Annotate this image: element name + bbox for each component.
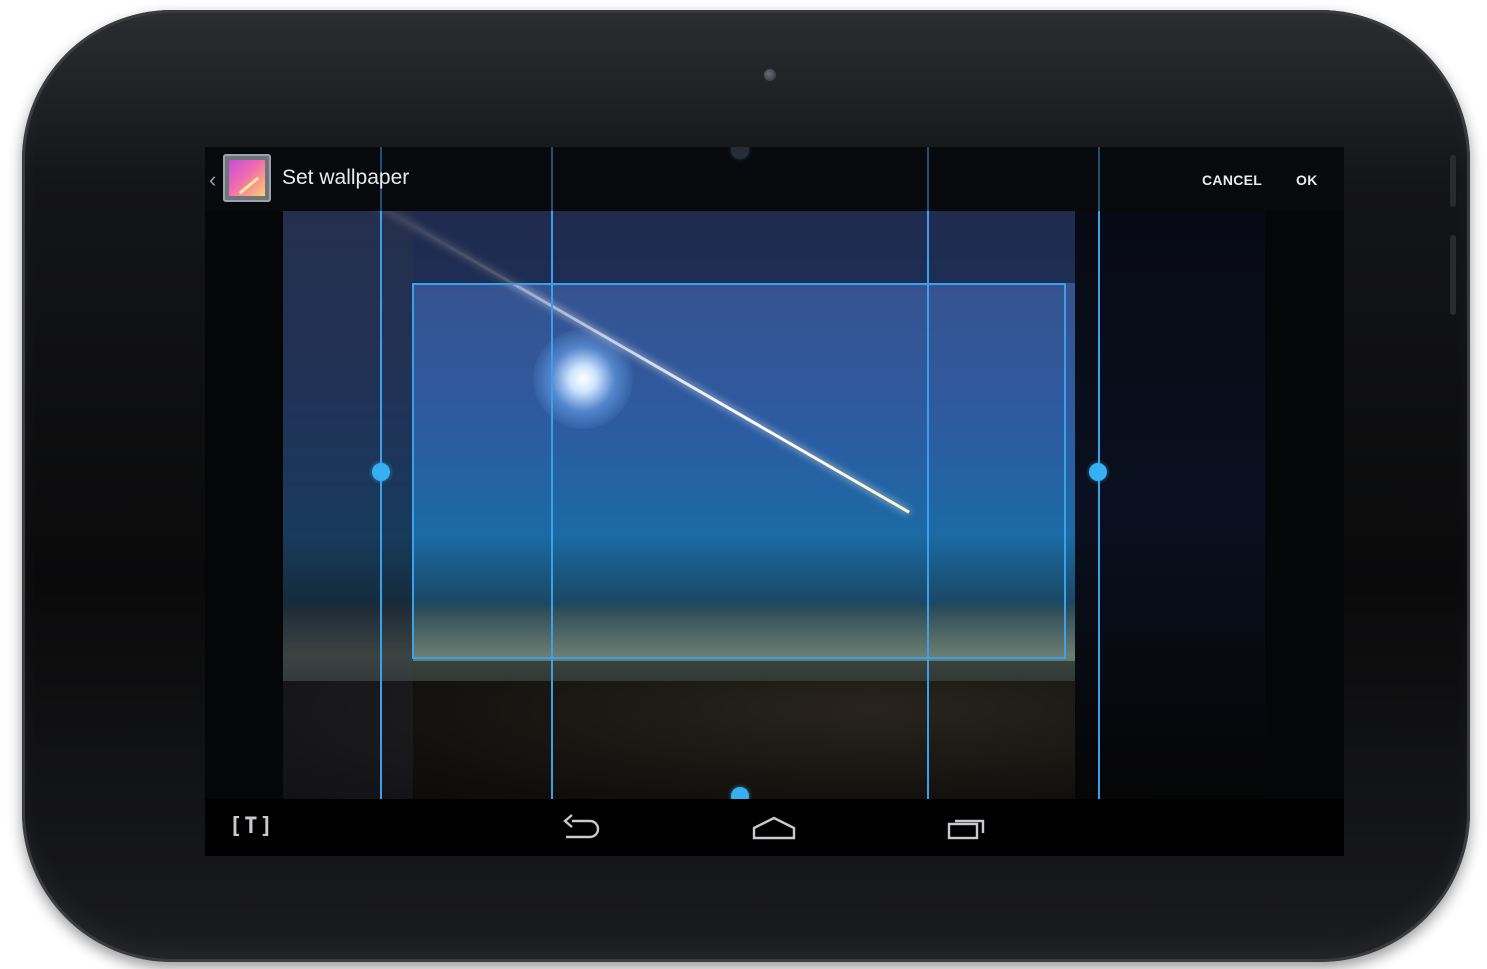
tablet-device: ‹ Set wallpaper CANCEL OK [T] xyxy=(22,10,1470,962)
up-caret-icon[interactable]: ‹ xyxy=(209,167,216,193)
navigation-bar: [T] xyxy=(205,799,1344,856)
ok-button[interactable]: OK xyxy=(1296,172,1318,188)
cancel-button[interactable]: CANCEL xyxy=(1202,172,1262,188)
crop-box[interactable] xyxy=(412,283,1066,659)
carrier-logo: [T] xyxy=(229,814,275,839)
recent-apps-icon[interactable] xyxy=(943,812,991,844)
dark-right-area xyxy=(1075,211,1265,801)
page-title: Set wallpaper xyxy=(282,166,410,189)
dim-bottom-overlay xyxy=(413,661,1075,801)
dim-top-overlay xyxy=(413,211,1075,283)
home-icon[interactable] xyxy=(750,812,798,844)
back-icon[interactable] xyxy=(558,812,606,844)
screen: ‹ Set wallpaper CANCEL OK [T] xyxy=(205,147,1344,856)
volume-button xyxy=(1450,235,1456,315)
front-camera xyxy=(764,69,776,81)
action-bar: ‹ Set wallpaper CANCEL OK xyxy=(205,147,1344,211)
crop-handle-right[interactable] xyxy=(1089,463,1107,481)
power-button xyxy=(1450,155,1456,207)
dim-left-overlay xyxy=(283,211,413,801)
gallery-app-icon[interactable] xyxy=(223,154,271,202)
crop-handle-left[interactable] xyxy=(372,463,390,481)
